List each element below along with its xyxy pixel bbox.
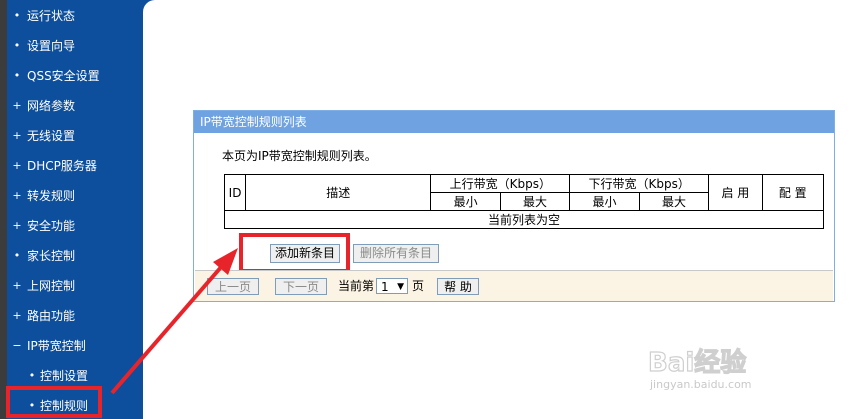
baidu-watermark-logo: Bai经验	[647, 345, 768, 379]
current-page-label: 当前第	[338, 279, 375, 293]
sidebar-item-label: 网络参数	[27, 99, 76, 113]
header-up-max: 最大	[499, 192, 571, 211]
bullet-icon: •	[28, 369, 36, 382]
sidebar-item-routing[interactable]: + 路由功能	[7, 305, 143, 327]
help-button[interactable]: 帮 助	[437, 278, 479, 295]
header-description: 描述	[245, 174, 432, 211]
bullet-icon: •	[13, 69, 21, 82]
watermark-url: jingyan.baidu.com	[650, 378, 752, 391]
rules-table: ID 描述 上行带宽（Kbps） 下行带宽（Kbps） 启 用 配 置 最小 最…	[223, 174, 825, 229]
dropdown-arrow-icon: ▼	[397, 282, 404, 292]
sidebar-item-label: 设置向导	[27, 39, 76, 53]
panel-title: IP带宽控制规则列表	[200, 115, 307, 129]
expand-plus-icon: +	[12, 309, 22, 322]
delete-all-entries-button[interactable]: 删除所有条目	[353, 244, 439, 263]
sidebar-item-ip-bandwidth[interactable]: − IP带宽控制	[7, 335, 143, 357]
sidebar-item-qss[interactable]: • QSS安全设置	[7, 65, 143, 87]
sidebar-item-label: DHCP服务器	[27, 159, 97, 173]
header-upstream: 上行带宽（Kbps）	[430, 174, 571, 193]
panel-title-bar: IP带宽控制规则列表	[194, 111, 834, 133]
bullet-icon: •	[13, 249, 21, 262]
highlight-box-control-rules	[6, 386, 102, 418]
page-suffix-label: 页	[412, 279, 425, 293]
sidebar-item-label: 运行状态	[27, 9, 76, 23]
expand-plus-icon: +	[12, 99, 22, 112]
bullet-icon: •	[13, 9, 21, 22]
header-up-min: 最小	[430, 192, 501, 211]
sidebar-item-label: QSS安全设置	[27, 69, 100, 83]
sidebar-corner	[143, 0, 167, 24]
sidebar-item-access-control[interactable]: + 上网控制	[7, 275, 143, 297]
sidebar-item-label: IP带宽控制	[27, 339, 86, 353]
header-down-max: 最大	[638, 192, 710, 211]
sidebar-subitem-control-settings[interactable]: • 控制设置	[7, 365, 143, 387]
expand-plus-icon: +	[12, 189, 22, 202]
sidebar-item-forwarding[interactable]: + 转发规则	[7, 185, 143, 207]
window-left-edge	[0, 0, 7, 419]
highlight-box-add-button	[239, 233, 350, 273]
watermark-logo-text: Bai经验	[648, 347, 746, 378]
header-down-min: 最小	[569, 192, 640, 211]
expand-plus-icon: +	[12, 219, 22, 232]
sidebar-item-security[interactable]: + 安全功能	[7, 215, 143, 237]
page-select[interactable]: 1 ▼	[376, 278, 408, 294]
sidebar-item-label: 家长控制	[27, 249, 76, 263]
sidebar-item-label: 路由功能	[27, 309, 76, 323]
header-enable: 启 用	[708, 174, 763, 211]
header-downstream: 下行带宽（Kbps）	[569, 174, 710, 193]
sidebar-item-dhcp[interactable]: + DHCP服务器	[7, 155, 143, 177]
prev-page-button[interactable]: 上一页	[207, 278, 259, 295]
collapse-minus-icon: −	[12, 339, 22, 352]
bullet-icon: •	[13, 39, 21, 52]
sidebar-menu: • 运行状态 • 设置向导 • QSS安全设置 + 网络参数 + 无线设置 + …	[7, 0, 143, 419]
sidebar-item-wireless[interactable]: + 无线设置	[7, 125, 143, 147]
panel-description: 本页为IP带宽控制规则列表。	[222, 149, 377, 163]
sidebar-item-label: 上网控制	[27, 279, 76, 293]
sidebar-item-label: 安全功能	[27, 219, 76, 233]
sidebar-item-label: 转发规则	[27, 189, 76, 203]
empty-list-message: 当前列表为空	[224, 210, 824, 229]
sidebar-item-parental[interactable]: • 家长控制	[7, 245, 143, 267]
sidebar-item-status[interactable]: • 运行状态	[7, 5, 143, 27]
expand-plus-icon: +	[12, 129, 22, 142]
page-select-value: 1	[381, 280, 389, 294]
sidebar-item-label: 无线设置	[27, 129, 76, 143]
header-config: 配 置	[761, 174, 825, 211]
sidebar-item-network[interactable]: + 网络参数	[7, 95, 143, 117]
expand-plus-icon: +	[12, 279, 22, 292]
header-id: ID	[223, 174, 247, 211]
sidebar-item-setup-wizard[interactable]: • 设置向导	[7, 35, 143, 57]
next-page-button[interactable]: 下一页	[275, 278, 327, 295]
sidebar-item-label: 控制设置	[40, 369, 89, 383]
expand-plus-icon: +	[12, 159, 22, 172]
